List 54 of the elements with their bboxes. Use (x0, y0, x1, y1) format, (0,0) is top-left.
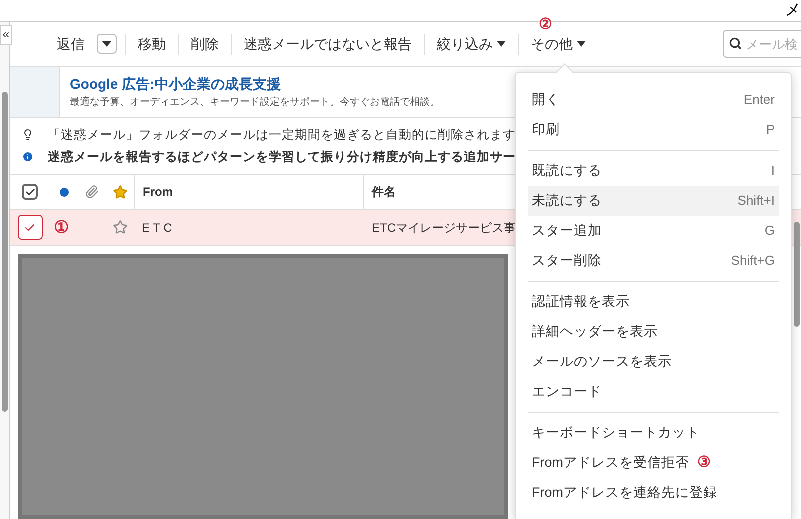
ad-title[interactable]: Google 広告:中小企業の成長支援 (70, 74, 440, 95)
column-header[interactable]: 件名 (364, 175, 404, 209)
caret-icon (497, 41, 506, 47)
notice-text: 迷惑メールを報告するほどパターンを学習して振り分け精度が向上する追加サー (48, 148, 516, 166)
star-icon[interactable] (112, 220, 128, 235)
page-title: メ (785, 0, 801, 20)
shortcut-text: Shift+I (738, 192, 775, 210)
double-chevron-icon (1, 30, 11, 40)
collapse-sidebar-button[interactable] (0, 25, 12, 45)
subject-cell-text: ETCマイレージサービス事 (371, 220, 517, 236)
paperclip-icon (85, 185, 99, 199)
menu-item[interactable]: 印刷 P (528, 115, 779, 145)
menu-item[interactable]: 既読にする I (528, 156, 779, 186)
annotation-number: ② (539, 14, 552, 34)
shortcut-text: Shift+G (731, 252, 775, 270)
menu-item[interactable]: メールのソースを表示 (528, 347, 779, 377)
star-icon (112, 184, 128, 200)
search-field[interactable]: メール検 (723, 30, 801, 58)
menu-item[interactable]: Fromアドレスを連絡先に登録 (528, 478, 779, 508)
caret-icon (102, 41, 112, 47)
caret-icon (577, 41, 586, 47)
toolbar-button[interactable]: 削除 (191, 34, 219, 54)
shortcut-text: I (771, 162, 775, 180)
lightbulb-icon (22, 129, 34, 142)
menu-item[interactable]: 認証情報を表示 (528, 287, 779, 317)
check-icon (24, 186, 36, 198)
menu-item[interactable]: 詳細ヘッダーを表示 (528, 317, 779, 347)
menu-item[interactable]: 未読にする Shift+I (528, 186, 779, 216)
menu-item[interactable]: エンコード (528, 377, 779, 407)
toolbar-button[interactable]: その他 (531, 34, 586, 54)
notice-text: 「迷惑メール」フォルダーのメールは一定期間を過ぎると自動的に削除されます (48, 126, 516, 144)
annotation-number: ① (53, 216, 69, 239)
row-checkbox[interactable] (18, 215, 42, 240)
menu-item[interactable]: Fromアドレスを受信拒否 ③ (528, 448, 779, 478)
shortcut-text: P (766, 121, 775, 140)
toolbar-button[interactable]: 絞り込み (437, 34, 506, 54)
check-icon (24, 222, 36, 234)
sender-cell-text: E T C (141, 220, 174, 236)
menu-item[interactable]: キーボードショートカット (528, 418, 779, 448)
menu-item[interactable]: 開く Enter (528, 85, 779, 115)
search-icon (729, 37, 742, 50)
menu-item[interactable]: スター追加 G (528, 216, 779, 246)
toolbar-button[interactable]: 移動 (138, 34, 166, 54)
select-all-checkbox[interactable] (22, 184, 38, 200)
toolbar-button[interactable]: 迷惑メールではないと報告 (244, 34, 412, 54)
info-icon (22, 150, 34, 163)
ad-description: 最適な予算、オーディエンス、キーワード設定をサポート。今すぐお電話で相談。 (70, 96, 440, 110)
reply-options-button[interactable] (97, 34, 117, 54)
reply-button[interactable]: 返信 (53, 34, 89, 54)
shortcut-text: G (764, 222, 775, 240)
shortcut-text: Enter (744, 91, 775, 110)
menu-item[interactable]: スター削除 Shift+G (528, 246, 779, 276)
column-header[interactable]: From (134, 175, 364, 209)
annotation-number: ③ (698, 452, 710, 473)
